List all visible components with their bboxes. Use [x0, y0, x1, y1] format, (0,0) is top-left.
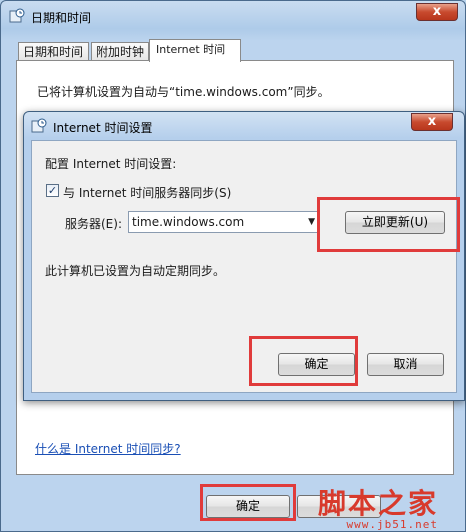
window-title: 日期和时间 — [31, 11, 92, 25]
window-close-button[interactable]: x — [416, 3, 458, 21]
sync-checkbox[interactable]: ✓ — [46, 184, 59, 197]
clock-icon — [9, 8, 25, 23]
dialog-ok-button[interactable]: 确定 — [278, 353, 355, 376]
internet-time-settings-dialog: Internet 时间设置 x 配置 Internet 时间设置: ✓ 与 In… — [23, 111, 465, 401]
server-value: time.windows.com — [132, 215, 245, 229]
dialog-cancel-button[interactable]: 取消 — [367, 353, 444, 376]
dialog-status-text: 此计算机已设置为自动定期同步。 — [45, 264, 226, 278]
help-link[interactable]: 什么是 Internet 时间同步? — [35, 440, 181, 457]
outer-ok-button[interactable]: 确定 — [206, 495, 290, 518]
dialog-heading: 配置 Internet 时间设置: — [45, 157, 177, 171]
dialog-close-button[interactable]: x — [411, 113, 453, 131]
server-combobox[interactable]: time.windows.com ▼ — [128, 211, 318, 233]
watermark: 脚本之家 www.jb51.net — [318, 482, 438, 531]
update-now-button[interactable]: 立即更新(U) — [345, 211, 445, 234]
sync-checkbox-label[interactable]: 与 Internet 时间服务器同步(S) — [63, 184, 231, 201]
tab-date-time[interactable]: 日期和时间 — [18, 42, 89, 61]
clock-icon — [31, 118, 47, 133]
dropdown-arrow-icon[interactable]: ▼ — [308, 212, 315, 232]
dialog-body: 配置 Internet 时间设置: ✓ 与 Internet 时间服务器同步(S… — [31, 140, 457, 393]
sync-status-text: 已将计算机设置为自动与“time.windows.com”同步。 — [37, 85, 330, 99]
dialog-title: Internet 时间设置 — [53, 121, 153, 135]
server-label: 服务器(E): — [65, 217, 122, 231]
watermark-text: 脚本之家 — [318, 487, 439, 520]
tab-internet-time[interactable]: Internet 时间 — [149, 39, 241, 62]
tab-additional-clocks[interactable]: 附加时钟 — [91, 42, 149, 61]
